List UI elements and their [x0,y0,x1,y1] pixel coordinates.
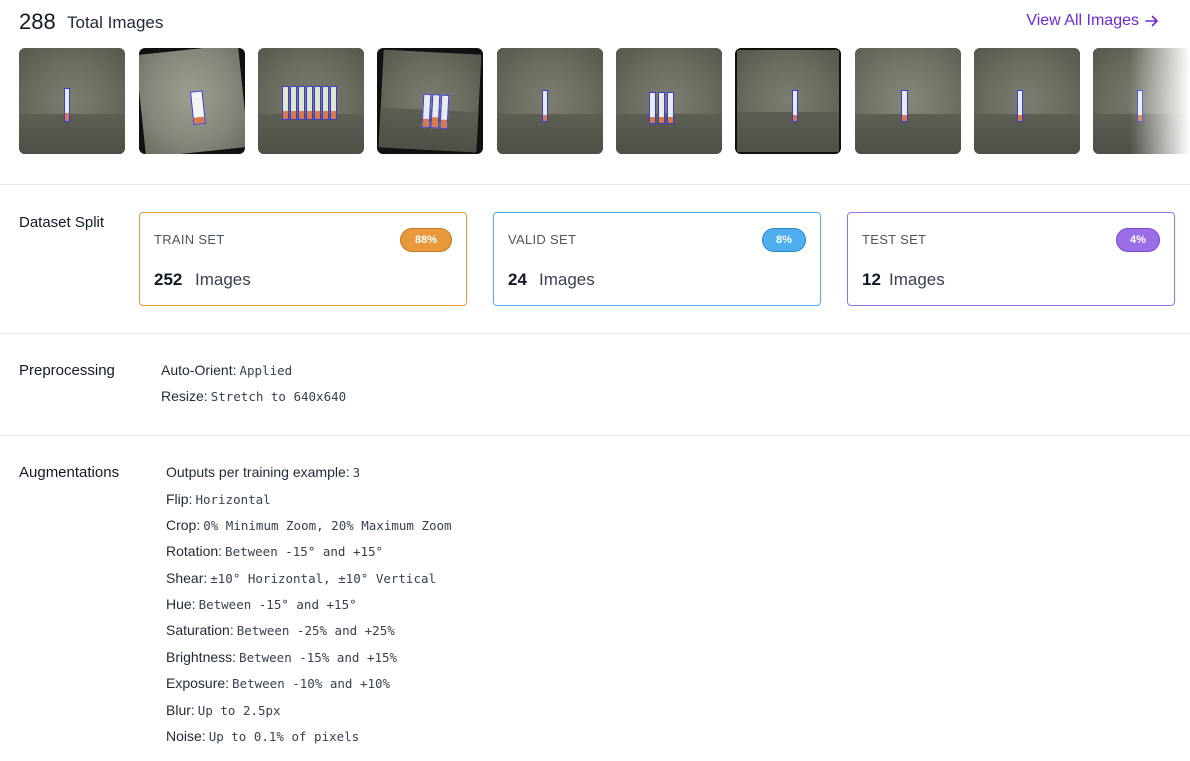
valid-set-unit: Images [539,270,595,289]
preprocessing-auto-orient: Auto-Orient: Applied [161,362,292,378]
test-set-count: 12 [862,270,881,289]
preprocessing-title: Preprocessing [19,362,115,379]
test-set-percent-badge: 4% [1116,228,1160,252]
arrow-right-icon [1145,15,1158,27]
augmentation-flip: Flip: Horizontal [166,491,271,507]
preprocessing-value: Applied [239,363,293,378]
augmentation-key: Shear: [166,570,208,586]
augmentation-key: Hue: [166,596,196,612]
valid-set-label: VALID SET [508,232,577,247]
augmentation-key: Noise: [166,728,206,744]
thumbnail-1[interactable] [19,48,125,154]
augmentation-crop: Crop: 0% Minimum Zoom, 20% Maximum Zoom [166,517,452,533]
train-set-count: 252 [154,270,183,289]
augmentation-key: Blur: [166,702,195,718]
augmentation-exposure: Exposure: Between -10% and +10% [166,675,390,691]
augmentation-value: Between -15° and +15° [225,544,384,559]
augmentation-value: Between -10% and +10% [232,676,391,691]
augmentation-key: Flip: [166,491,193,507]
train-set-label: TRAIN SET [154,232,225,247]
augmentation-key: Crop: [166,517,201,533]
total-images-label: Total Images [67,13,164,32]
augmentation-value: Between -25% and +25% [236,623,395,638]
test-set-label: TEST SET [862,232,927,247]
augmentation-value: 3 [352,465,361,480]
augmentation-value: Horizontal [195,492,271,507]
augmentation-value: Between -15% and +15% [239,650,398,665]
thumbnail-2[interactable] [139,48,245,154]
augmentation-shear: Shear: ±10° Horizontal, ±10° Vertical [166,570,436,586]
thumbnail-10[interactable] [1093,48,1190,154]
augmentations-title: Augmentations [19,464,120,481]
train-set-card[interactable]: TRAIN SET 88% 252 Images [139,212,467,306]
augmentation-hue: Hue: Between -15° and +15° [166,596,357,612]
preprocessing-resize: Resize: Stretch to 640x640 [161,388,346,404]
view-all-images-link[interactable]: View All Images [1026,12,1159,30]
divider [0,184,1190,185]
augmentation-key: Exposure: [166,675,230,691]
thumbnail-strip [19,48,1190,154]
thumbnail-7[interactable] [735,48,841,154]
augmentation-key: Brightness: [166,649,237,665]
preprocessing-key: Auto-Orient: [161,362,237,378]
augmentation-value: Up to 0.1% of pixels [208,729,360,744]
divider [0,435,1190,436]
images-header: 288 Total Images View All Images [19,8,1169,38]
augmentation-value: Between -15° and +15° [198,597,357,612]
view-all-images-label: View All Images [1026,12,1139,29]
valid-set-card[interactable]: VALID SET 8% 24 Images [493,212,821,306]
train-set-percent-badge: 88% [400,228,452,252]
augmentation-value: ±10° Horizontal, ±10° Vertical [210,571,437,586]
test-set-unit: Images [889,270,945,289]
valid-set-percent-badge: 8% [762,228,806,252]
thumbnail-6[interactable] [616,48,722,154]
augmentation-value: Up to 2.5px [197,703,281,718]
valid-set-count: 24 [508,270,527,289]
thumbnail-4[interactable] [377,48,483,154]
augmentation-rotation: Rotation: Between -15° and +15° [166,543,383,559]
augmentation-key: Saturation: [166,622,234,638]
augmentation-key: Rotation: [166,543,223,559]
augmentation-value: 0% Minimum Zoom, 20% Maximum Zoom [203,518,452,533]
preprocessing-key: Resize: [161,388,208,404]
augmentation-outputs: Outputs per training example: 3 [166,464,360,480]
thumbnail-9[interactable] [974,48,1080,154]
thumbnail-3[interactable] [258,48,364,154]
train-set-unit: Images [195,270,251,289]
augmentation-blur: Blur: Up to 2.5px [166,702,281,718]
total-images-count: 288 [19,9,56,34]
thumbnail-5[interactable] [497,48,603,154]
augmentation-saturation: Saturation: Between -25% and +25% [166,622,395,638]
thumbnail-8[interactable] [855,48,961,154]
dataset-split-title: Dataset Split [19,214,105,231]
preprocessing-value: Stretch to 640x640 [210,389,347,404]
augmentation-brightness: Brightness: Between -15% and +15% [166,649,397,665]
augmentation-noise: Noise: Up to 0.1% of pixels [166,728,359,744]
test-set-card[interactable]: TEST SET 4% 12 Images [847,212,1175,306]
divider [0,333,1190,334]
augmentation-key: Outputs per training example: [166,464,350,480]
